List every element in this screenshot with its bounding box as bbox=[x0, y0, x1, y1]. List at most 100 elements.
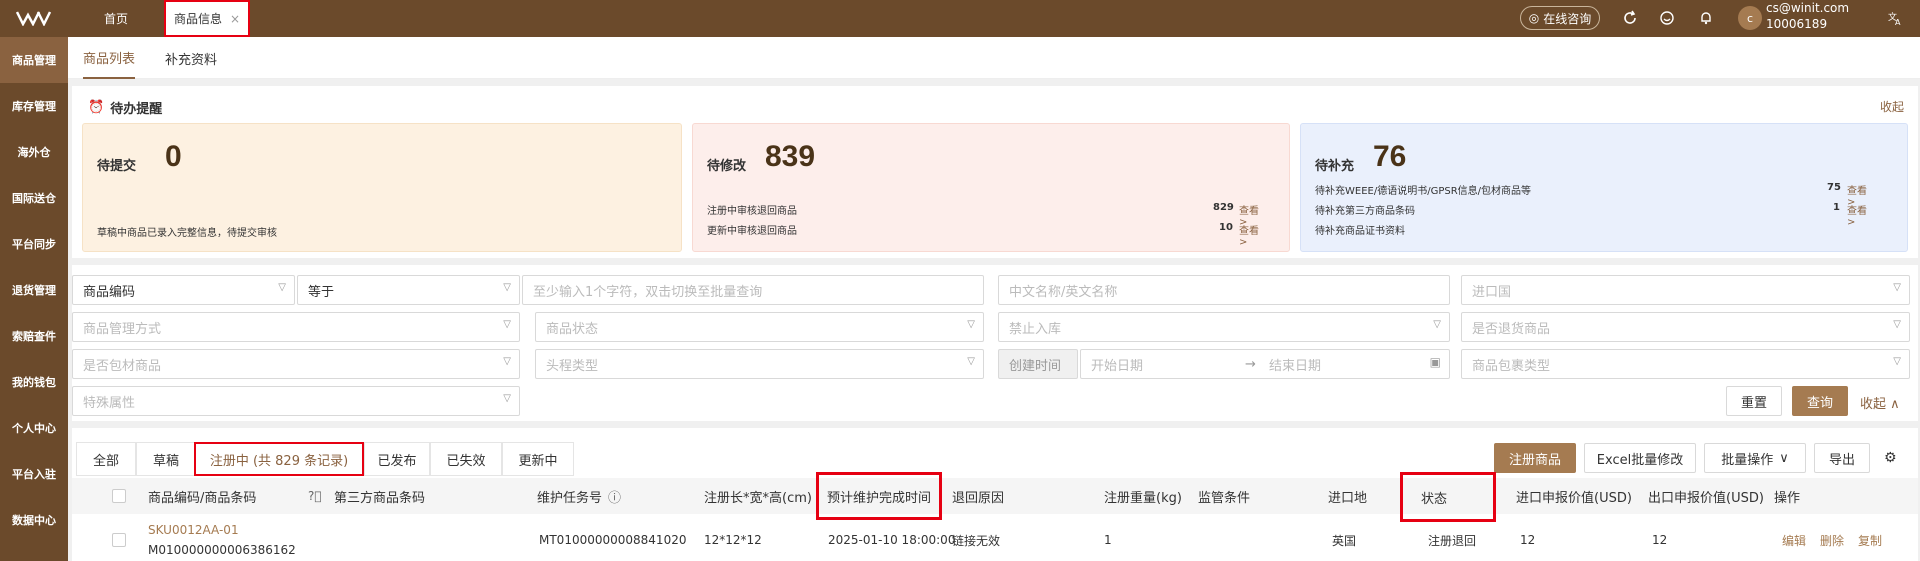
sku-link[interactable]: SKU0012AA-01 bbox=[148, 520, 239, 540]
arrow-right-icon: → bbox=[1245, 356, 1256, 372]
package-type-select[interactable]: 商品包裹类型 ▽ bbox=[1461, 349, 1910, 379]
row-count: 75 bbox=[1827, 182, 1841, 193]
manage-mode-placeholder: 商品管理方式 bbox=[83, 321, 162, 337]
chevron-down-icon: ▽ bbox=[503, 282, 511, 293]
status-select[interactable]: 商品状态 ▽ bbox=[535, 312, 984, 342]
smile-icon[interactable] bbox=[1658, 9, 1676, 27]
status-placeholder: 商品状态 bbox=[546, 321, 599, 337]
import-country-select[interactable]: 进口国 ▽ bbox=[1461, 275, 1910, 305]
reset-button[interactable]: 重置 bbox=[1726, 386, 1782, 416]
manage-mode-select[interactable]: 商品管理方式 ▽ bbox=[72, 312, 520, 342]
tab-product-list[interactable]: 商品列表 bbox=[83, 37, 136, 79]
return-select[interactable]: 是否退货商品 ▽ bbox=[1461, 312, 1910, 342]
field-select[interactable]: 商品编码 ▽ bbox=[72, 275, 295, 305]
sidebar: 商品管理 库存管理 海外仓 国际送仓 平台同步 退货管理 索赔查件 我的钱包 个… bbox=[0, 37, 68, 561]
col-import-value: 进口申报价值(USD) bbox=[1516, 490, 1632, 506]
bell-icon[interactable] bbox=[1697, 9, 1715, 27]
tab-registering[interactable]: 注册中 (共 829 条记录) bbox=[194, 442, 364, 476]
sidebar-item-data[interactable]: 数据中心 bbox=[0, 497, 68, 543]
search-input[interactable]: 至少输入1个字符，双击切换至批量查询 bbox=[522, 275, 984, 305]
package-type-placeholder: 商品包裹类型 bbox=[1472, 358, 1551, 374]
task-number: MT01000000008841020 bbox=[539, 533, 687, 547]
copy-link[interactable]: 复制 bbox=[1858, 532, 1882, 549]
sidebar-item-warehouse[interactable]: 海外仓 bbox=[0, 129, 68, 175]
batch-ops-label: 批量操作 bbox=[1721, 452, 1774, 468]
list-item: 待补充第三方商品条码 1 查看 > bbox=[1315, 202, 1875, 228]
help-icon[interactable]: ⓘ bbox=[608, 487, 621, 506]
operator-select[interactable]: 等于 ▽ bbox=[297, 275, 520, 305]
col-reason: 退回原因 bbox=[952, 490, 1005, 506]
sidebar-item-personal[interactable]: 个人中心 bbox=[0, 405, 68, 451]
pack-placeholder: 是否包材商品 bbox=[83, 358, 162, 374]
tab-invalid[interactable]: 已失效 bbox=[430, 442, 502, 476]
tab-all[interactable]: 全部 bbox=[76, 442, 136, 476]
winit-logo[interactable] bbox=[8, 4, 60, 32]
operator-select-value: 等于 bbox=[308, 284, 335, 300]
sidebar-item-product[interactable]: 商品管理 bbox=[0, 37, 68, 83]
col-status: 状态 bbox=[1400, 472, 1496, 522]
card-pending-submit[interactable]: 待提交 0 草稿中商品已录入完整信息，待提交审核 bbox=[82, 123, 682, 252]
sidebar-item-wallet[interactable]: 我的钱包 bbox=[0, 359, 68, 405]
user-info[interactable]: cs@winit.com 10006189 bbox=[1766, 0, 1849, 32]
chevron-down-icon: ▽ bbox=[1893, 356, 1901, 367]
card-count: 76 bbox=[1373, 140, 1407, 173]
todo-collapse-link[interactable]: 收起 bbox=[1880, 98, 1904, 115]
filter-collapse-link[interactable]: 收起 ∧ bbox=[1860, 393, 1900, 412]
register-product-button[interactable]: 注册商品 bbox=[1494, 443, 1576, 473]
special-attr-select[interactable]: 特殊属性 ▽ bbox=[72, 386, 520, 416]
col-ops: 操作 bbox=[1774, 490, 1801, 506]
head-type-placeholder: 头程类型 bbox=[546, 358, 599, 374]
sidebar-item-sync[interactable]: 平台同步 bbox=[0, 221, 68, 267]
card-count: 0 bbox=[165, 140, 182, 173]
tab-updating[interactable]: 更新中 bbox=[502, 442, 574, 476]
gear-icon[interactable]: ⚙ bbox=[1884, 450, 1897, 466]
tab-draft[interactable]: 草稿 bbox=[136, 442, 196, 476]
special-attr-placeholder: 特殊属性 bbox=[83, 395, 136, 411]
edit-link[interactable]: 编辑 bbox=[1782, 532, 1806, 549]
view-link[interactable]: 查看 > bbox=[1239, 222, 1267, 248]
todo-title-label: 待办提醒 bbox=[110, 102, 163, 117]
card-pending-supplement[interactable]: 待补充 76 待补充WEEE/德语说明书/GPSR信息/包材商品等 75 查看 … bbox=[1300, 123, 1908, 252]
delete-link[interactable]: 删除 bbox=[1820, 532, 1844, 549]
col-weight: 注册重量(kg) bbox=[1104, 490, 1182, 506]
close-icon[interactable]: × bbox=[230, 12, 240, 26]
batch-ops-button[interactable]: 批量操作 ∨ bbox=[1704, 443, 1806, 473]
card-count: 839 bbox=[765, 140, 816, 173]
sidebar-item-claims[interactable]: 索赔查件 bbox=[0, 313, 68, 359]
tab-published[interactable]: 已发布 bbox=[364, 442, 430, 476]
help-icon[interactable]: ?⃝ bbox=[308, 478, 322, 514]
filter-panel: 商品编码 ▽ 等于 ▽ 至少输入1个字符，双击切换至批量查询 中文名称/英文名称 进… bbox=[72, 265, 1918, 421]
avatar[interactable]: c bbox=[1738, 6, 1762, 30]
sidebar-item-intl[interactable]: 国际送仓 bbox=[0, 175, 68, 221]
export-button[interactable]: 导出 bbox=[1814, 443, 1870, 473]
list-item: 更新中审核退回商品 10 查看 > bbox=[707, 222, 1267, 248]
translate-icon[interactable]: 文A bbox=[1886, 9, 1904, 27]
online-consult-label: 在线咨询 bbox=[1543, 11, 1592, 26]
row-count: 1 bbox=[1833, 202, 1840, 213]
sidebar-item-returns[interactable]: 退货管理 bbox=[0, 267, 68, 313]
tab-product-info[interactable]: 商品信息 × bbox=[164, 0, 250, 37]
chevron-down-icon: ▽ bbox=[1893, 282, 1901, 293]
filter-collapse-label: 收起 bbox=[1860, 397, 1887, 412]
forbid-select[interactable]: 禁止入库 ▽ bbox=[998, 312, 1450, 342]
select-all-checkbox[interactable] bbox=[112, 489, 126, 503]
chevron-down-icon: ▽ bbox=[503, 319, 511, 330]
weight: 1 bbox=[1104, 533, 1112, 547]
search-button[interactable]: 查询 bbox=[1792, 386, 1848, 416]
online-consult-button[interactable]: ◎ 在线咨询 bbox=[1520, 6, 1600, 30]
row-checkbox[interactable] bbox=[112, 533, 126, 547]
name-input[interactable]: 中文名称/英文名称 bbox=[998, 275, 1450, 305]
user-email: cs@winit.com bbox=[1766, 1, 1850, 15]
excel-edit-button[interactable]: Excel批量修改 bbox=[1584, 443, 1696, 473]
card-pending-modify[interactable]: 待修改 839 注册中审核退回商品 829 查看 > 更新中审核退回商品 10 … bbox=[692, 123, 1290, 252]
sidebar-item-platform[interactable]: 平台入驻 bbox=[0, 451, 68, 497]
sidebar-item-inventory[interactable]: 库存管理 bbox=[0, 83, 68, 129]
tab-home[interactable]: 首页 bbox=[86, 0, 146, 37]
date-range-picker[interactable]: 开始日期 → 结束日期 ▣ bbox=[1080, 349, 1450, 379]
tab-supplement[interactable]: 补充资料 bbox=[165, 37, 217, 79]
refresh-icon[interactable] bbox=[1621, 9, 1639, 27]
col-export-value: 出口申报价值(USD) bbox=[1648, 490, 1764, 506]
row-text: 待补充第三方商品条码 bbox=[1315, 206, 1415, 217]
head-type-select[interactable]: 头程类型 ▽ bbox=[535, 349, 984, 379]
pack-select[interactable]: 是否包材商品 ▽ bbox=[72, 349, 520, 379]
